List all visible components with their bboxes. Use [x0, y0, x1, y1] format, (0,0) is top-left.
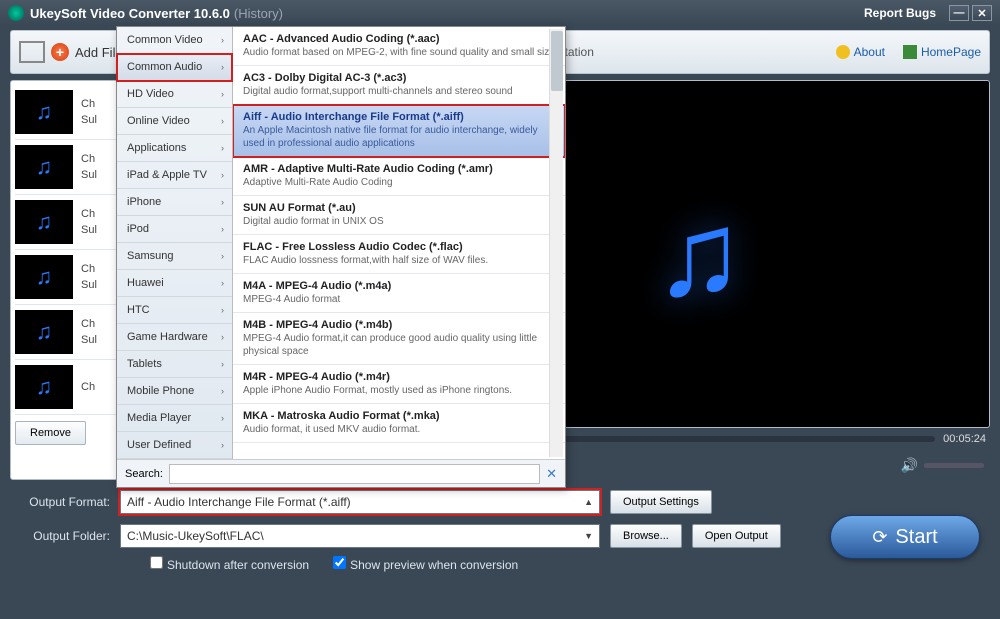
volume-icon[interactable]: 🔊: [901, 457, 918, 474]
output-folder-combo[interactable]: C:\Music-UkeySoft\FLAC\ ▼: [120, 524, 600, 548]
shutdown-checkbox[interactable]: Shutdown after conversion: [150, 556, 309, 572]
format-option[interactable]: Aiff - Audio Interchange File Format (*.…: [233, 105, 565, 157]
format-option[interactable]: M4R - MPEG-4 Audio (*.m4r)Apple iPhone A…: [233, 365, 565, 404]
plus-icon: +: [51, 43, 69, 61]
close-button[interactable]: ✕: [972, 5, 992, 21]
file-thumbnail: ♫: [15, 90, 73, 134]
file-thumbnail: ♫: [15, 145, 73, 189]
chevron-down-icon: ▼: [584, 531, 593, 541]
category-applications[interactable]: Applications›: [117, 135, 232, 162]
music-note-icon: ♫: [36, 374, 53, 400]
category-samsung[interactable]: Samsung›: [117, 243, 232, 270]
time-total: 00:05:24: [943, 433, 986, 445]
history-link[interactable]: (History): [234, 6, 283, 21]
output-format-label: Output Format:: [10, 495, 110, 509]
chevron-right-icon: ›: [221, 89, 224, 99]
format-option[interactable]: M4A - MPEG-4 Audio (*.m4a)MPEG-4 Audio f…: [233, 274, 565, 313]
output-settings-button[interactable]: Output Settings: [610, 490, 712, 514]
file-thumbnail: ♫: [15, 255, 73, 299]
file-thumbnail: ♫: [15, 200, 73, 244]
music-note-icon: ♫: [36, 319, 53, 345]
format-option[interactable]: MKA - Matroska Audio Format (*.mka)Audio…: [233, 404, 565, 443]
music-note-icon: ♫: [36, 99, 53, 125]
category-common-audio[interactable]: Common Audio›: [117, 54, 232, 81]
format-option[interactable]: SUN AU Format (*.au)Digital audio format…: [233, 196, 565, 235]
format-categories: Common Video›Common Audio›HD Video›Onlin…: [117, 27, 233, 487]
app-logo-icon: [8, 5, 24, 21]
category-game-hardware[interactable]: Game Hardware›: [117, 324, 232, 351]
chevron-right-icon: ›: [221, 170, 224, 180]
remove-button[interactable]: Remove: [15, 421, 86, 445]
about-icon: [836, 45, 850, 59]
file-thumbnail: ♫: [15, 310, 73, 354]
format-search-row: Search: ✕: [117, 459, 565, 487]
search-input[interactable]: [169, 464, 540, 484]
chevron-right-icon: ›: [221, 440, 224, 450]
category-mobile-phone[interactable]: Mobile Phone›: [117, 378, 232, 405]
film-icon: [19, 41, 45, 63]
category-huawei[interactable]: Huawei›: [117, 270, 232, 297]
category-user-defined[interactable]: User Defined›: [117, 432, 232, 459]
home-icon: [903, 45, 917, 59]
refresh-icon: ⟳: [872, 527, 887, 548]
format-dropdown: Common Video›Common Audio›HD Video›Onlin…: [116, 26, 566, 488]
chevron-right-icon: ›: [221, 116, 224, 126]
chevron-right-icon: ›: [221, 278, 224, 288]
music-note-icon: ♫: [654, 185, 744, 323]
chevron-right-icon: ›: [221, 251, 224, 261]
format-option[interactable]: AMR - Adaptive Multi-Rate Audio Coding (…: [233, 157, 565, 196]
minimize-button[interactable]: —: [949, 5, 969, 21]
category-htc[interactable]: HTC›: [117, 297, 232, 324]
volume-slider[interactable]: [924, 463, 984, 468]
music-note-icon: ♫: [36, 209, 53, 235]
show-preview-checkbox[interactable]: Show preview when conversion: [333, 556, 518, 572]
chevron-right-icon: ›: [221, 62, 224, 72]
chevron-right-icon: ›: [221, 35, 224, 45]
category-ipod[interactable]: iPod›: [117, 216, 232, 243]
output-format-value: Aiff - Audio Interchange File Format (*.…: [127, 495, 351, 509]
scrollbar[interactable]: [549, 29, 563, 457]
category-ipad-apple-tv[interactable]: iPad & Apple TV›: [117, 162, 232, 189]
category-common-video[interactable]: Common Video›: [117, 27, 232, 54]
category-media-player[interactable]: Media Player›: [117, 405, 232, 432]
format-option[interactable]: FLAC - Free Lossless Audio Codec (*.flac…: [233, 235, 565, 274]
category-iphone[interactable]: iPhone›: [117, 189, 232, 216]
chevron-right-icon: ›: [221, 224, 224, 234]
category-hd-video[interactable]: HD Video›: [117, 81, 232, 108]
chevron-right-icon: ›: [221, 305, 224, 315]
format-list: AAC - Advanced Audio Coding (*.aac)Audio…: [233, 27, 565, 457]
chevron-right-icon: ›: [221, 386, 224, 396]
scroll-thumb[interactable]: [551, 31, 563, 91]
titlebar: UkeySoft Video Converter 10.6.0 (History…: [0, 0, 1000, 26]
browse-button[interactable]: Browse...: [610, 524, 682, 548]
search-label: Search:: [125, 468, 163, 480]
start-button[interactable]: ⟳ Start: [830, 515, 980, 559]
format-option[interactable]: M4B - MPEG-4 Audio (*.m4b)MPEG-4 Audio f…: [233, 313, 565, 365]
chevron-right-icon: ›: [221, 332, 224, 342]
file-thumbnail: ♫: [15, 365, 73, 409]
app-title: UkeySoft Video Converter 10.6.0: [30, 6, 230, 21]
about-link[interactable]: About: [836, 45, 885, 59]
output-folder-value: C:\Music-UkeySoft\FLAC\: [127, 529, 264, 543]
chevron-right-icon: ›: [221, 197, 224, 207]
music-note-icon: ♫: [36, 264, 53, 290]
music-note-icon: ♫: [36, 154, 53, 180]
output-folder-label: Output Folder:: [10, 529, 110, 543]
report-bugs-link[interactable]: Report Bugs: [864, 6, 936, 20]
category-tablets[interactable]: Tablets›: [117, 351, 232, 378]
homepage-link[interactable]: HomePage: [903, 45, 981, 59]
chevron-right-icon: ›: [221, 413, 224, 423]
chevron-right-icon: ›: [221, 359, 224, 369]
open-output-button[interactable]: Open Output: [692, 524, 781, 548]
format-option[interactable]: AC3 - Dolby Digital AC-3 (*.ac3)Digital …: [233, 66, 565, 105]
format-option[interactable]: AAC - Advanced Audio Coding (*.aac)Audio…: [233, 27, 565, 66]
chevron-up-icon: ▲: [584, 497, 593, 507]
output-format-combo[interactable]: Aiff - Audio Interchange File Format (*.…: [120, 490, 600, 514]
clear-search-icon[interactable]: ✕: [546, 466, 557, 482]
chevron-right-icon: ›: [221, 143, 224, 153]
category-online-video[interactable]: Online Video›: [117, 108, 232, 135]
